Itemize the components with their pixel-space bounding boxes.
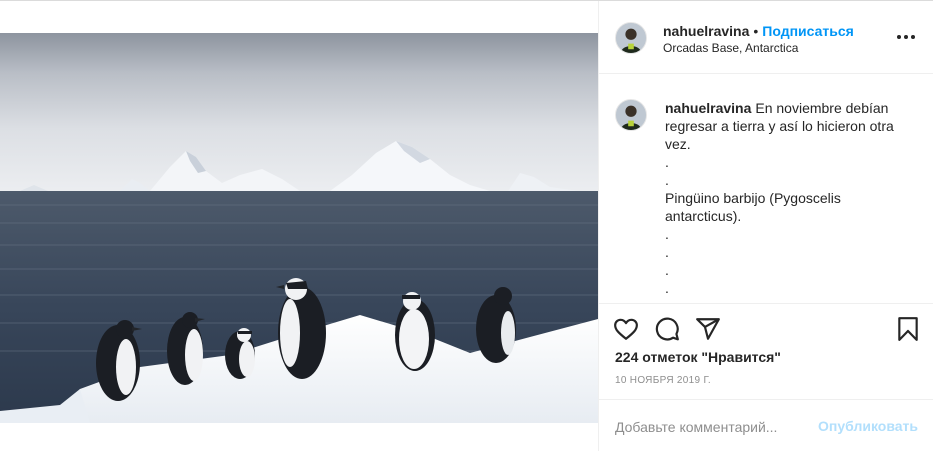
caption-line: Pingüino barbijo (Pygoscelis antarcticus… (665, 190, 841, 224)
bookmark-icon[interactable] (895, 316, 921, 342)
caption-line: . (665, 262, 669, 278)
comments-area[interactable]: nahuelravina En noviembre debían regresar… (599, 75, 933, 303)
comment-input[interactable] (615, 417, 825, 437)
more-dot (911, 35, 915, 39)
post-card: nahuelravina • Подписаться Orcadas Base, A… (0, 0, 933, 451)
post-header: nahuelravina • Подписаться Orcadas Base, A… (599, 1, 933, 74)
caption-line: . (665, 244, 669, 260)
comment-bubble-icon[interactable] (654, 316, 680, 342)
add-comment-bar: Опубликовать (599, 399, 933, 451)
heart-icon[interactable] (613, 316, 639, 342)
post-photo[interactable] (0, 33, 598, 423)
more-horizontal-icon[interactable] (894, 27, 918, 47)
caption-username[interactable]: nahuelravina (665, 100, 751, 116)
header-author-line: nahuelravina • Подписаться (663, 23, 854, 39)
caption-line: . (665, 280, 669, 296)
follow-button[interactable]: Подписаться (762, 23, 854, 39)
publish-button[interactable]: Опубликовать (818, 418, 918, 434)
caption-line: . (665, 226, 669, 242)
post-media (0, 1, 598, 451)
post-side-panel: nahuelravina • Подписаться Orcadas Base, A… (598, 1, 933, 451)
more-dot (904, 35, 908, 39)
action-bar (599, 303, 933, 343)
paper-plane-icon[interactable] (695, 316, 721, 342)
separator-dot: • (753, 23, 759, 39)
author-username[interactable]: nahuelravina (663, 23, 749, 39)
caption-line: . (665, 154, 669, 170)
post-location[interactable]: Orcadas Base, Antarctica (663, 41, 798, 55)
more-dot (897, 35, 901, 39)
author-avatar[interactable] (615, 22, 647, 54)
caption-line: . (665, 172, 669, 188)
post-date[interactable]: 10 ноября 2019 г. (615, 375, 711, 386)
caption-avatar[interactable] (615, 99, 647, 131)
caption-line: nahuelravina En noviembre debían regresar… (665, 99, 905, 153)
likes-count[interactable]: 224 отметок "Нравится" (615, 349, 781, 365)
post-caption: nahuelravina En noviembre debían regresar… (665, 99, 905, 297)
